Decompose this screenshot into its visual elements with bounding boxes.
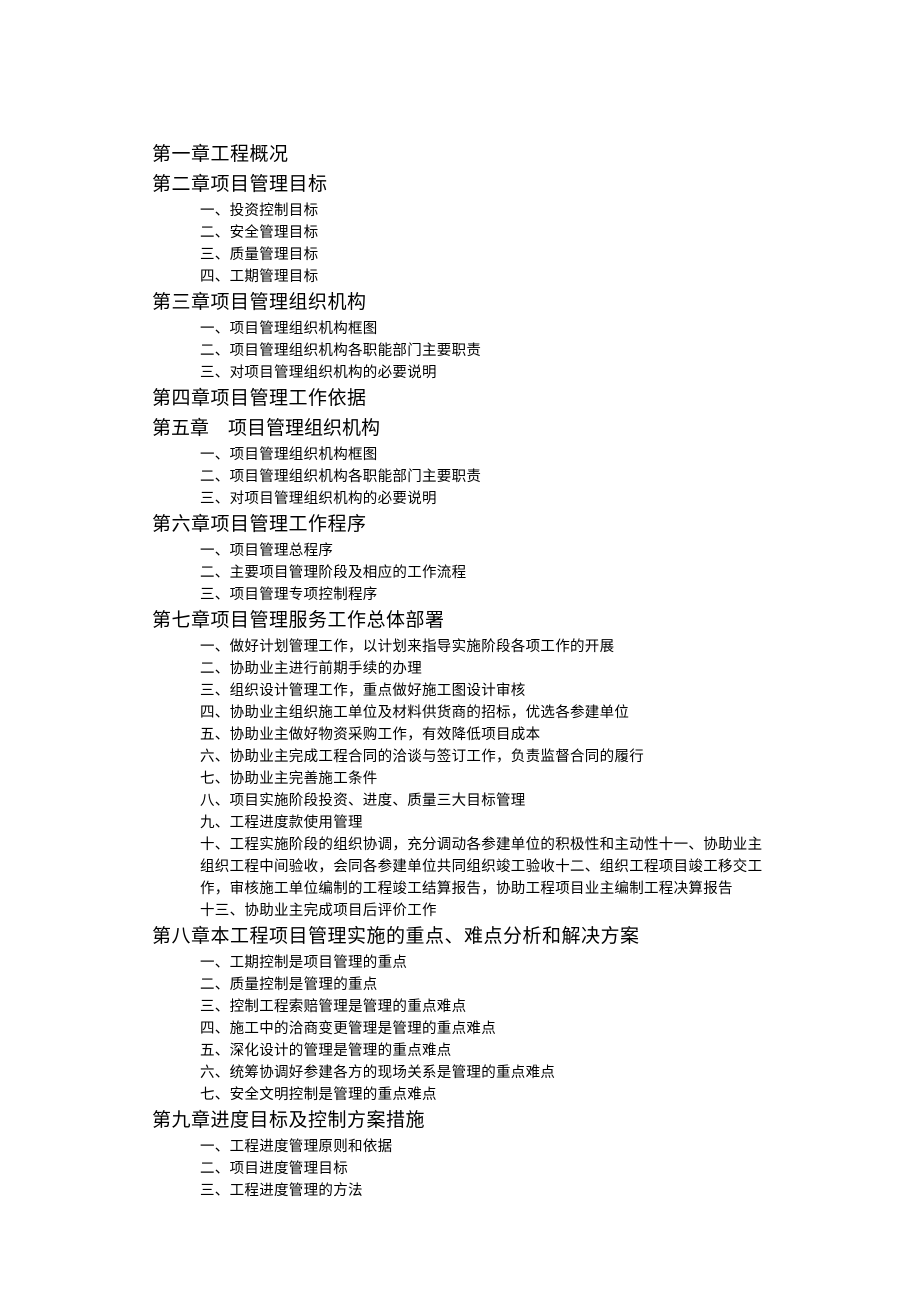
- chapter-9-item-3: 三、工程进度管理的方法: [152, 1180, 768, 1202]
- chapter-8-item-3: 三、控制工程索赔管理是管理的重点难点: [152, 996, 768, 1018]
- chapter-4-title: 第四章项目管理工作依据: [152, 384, 768, 414]
- chapter-7-title: 第七章项目管理服务工作总体部署: [152, 606, 768, 636]
- chapter-7-item-4: 四、协助业主组织施工单位及材料供货商的招标，优选各参建单位: [152, 702, 768, 724]
- chapter-7-item-3: 三、组织设计管理工作，重点做好施工图设计审核: [152, 680, 768, 702]
- chapter-8-item-2: 二、质量控制是管理的重点: [152, 974, 768, 996]
- chapter-8-item-5: 五、深化设计的管理是管理的重点难点: [152, 1040, 768, 1062]
- chapter-5-item-3: 三、对项目管理组织机构的必要说明: [152, 488, 768, 510]
- chapter-2-title: 第二章项目管理目标: [152, 170, 768, 200]
- chapter-8-item-1: 一、工期控制是项目管理的重点: [152, 952, 768, 974]
- chapter-2-item-1: 一、投资控制目标: [152, 200, 768, 222]
- chapter-3-item-1: 一、项目管理组织机构框图: [152, 318, 768, 340]
- chapter-7-item-9: 九、工程进度款使用管理: [152, 812, 768, 834]
- chapter-6-item-3: 三、项目管理专项控制程序: [152, 584, 768, 606]
- chapter-6-item-1: 一、项目管理总程序: [152, 540, 768, 562]
- chapter-9-item-2: 二、项目进度管理目标: [152, 1158, 768, 1180]
- chapter-7-item-13: 十三、协助业主完成项目后评价工作: [152, 900, 768, 922]
- chapter-8-item-6: 六、统筹协调好参建各方的现场关系是管理的重点难点: [152, 1062, 768, 1084]
- chapter-8-title: 第八章本工程项目管理实施的重点、难点分析和解决方案: [152, 922, 768, 952]
- chapter-7-item-1: 一、做好计划管理工作，以计划来指导实施阶段各项工作的开展: [152, 636, 768, 658]
- chapter-7-item-5: 五、协助业主做好物资采购工作，有效降低项目成本: [152, 724, 768, 746]
- chapter-7-item-8: 八、项目实施阶段投资、进度、质量三大目标管理: [152, 790, 768, 812]
- chapter-6-title: 第六章项目管理工作程序: [152, 510, 768, 540]
- chapter-5-title: 第五章 项目管理组织机构: [152, 414, 768, 444]
- chapter-2-item-3: 三、质量管理目标: [152, 244, 768, 266]
- chapter-3-item-3: 三、对项目管理组织机构的必要说明: [152, 362, 768, 384]
- chapter-1-title: 第一章工程概况: [152, 140, 768, 170]
- chapter-3-title: 第三章项目管理组织机构: [152, 288, 768, 318]
- chapter-7-item-7: 七、协助业主完善施工条件: [152, 768, 768, 790]
- chapter-2-item-4: 四、工期管理目标: [152, 266, 768, 288]
- chapter-5-item-1: 一、项目管理组织机构框图: [152, 444, 768, 466]
- chapter-6-item-2: 二、主要项目管理阶段及相应的工作流程: [152, 562, 768, 584]
- chapter-7-item-10-12: 十、工程实施阶段的组织协调，充分调动各参建单位的积极性和主动性十一、协助业主组织…: [152, 834, 768, 900]
- chapter-8-item-7: 七、安全文明控制是管理的重点难点: [152, 1084, 768, 1106]
- chapter-5-item-2: 二、项目管理组织机构各职能部门主要职责: [152, 466, 768, 488]
- chapter-3-item-2: 二、项目管理组织机构各职能部门主要职责: [152, 340, 768, 362]
- chapter-9-item-1: 一、工程进度管理原则和依据: [152, 1136, 768, 1158]
- chapter-8-item-4: 四、施工中的洽商变更管理是管理的重点难点: [152, 1018, 768, 1040]
- chapter-2-item-2: 二、安全管理目标: [152, 222, 768, 244]
- chapter-7-item-6: 六、协助业主完成工程合同的洽谈与签订工作，负责监督合同的履行: [152, 746, 768, 768]
- chapter-9-title: 第九章进度目标及控制方案措施: [152, 1106, 768, 1136]
- chapter-7-item-2: 二、协助业主进行前期手续的办理: [152, 658, 768, 680]
- document-outline: 第一章工程概况 第二章项目管理目标 一、投资控制目标 二、安全管理目标 三、质量…: [152, 140, 768, 1202]
